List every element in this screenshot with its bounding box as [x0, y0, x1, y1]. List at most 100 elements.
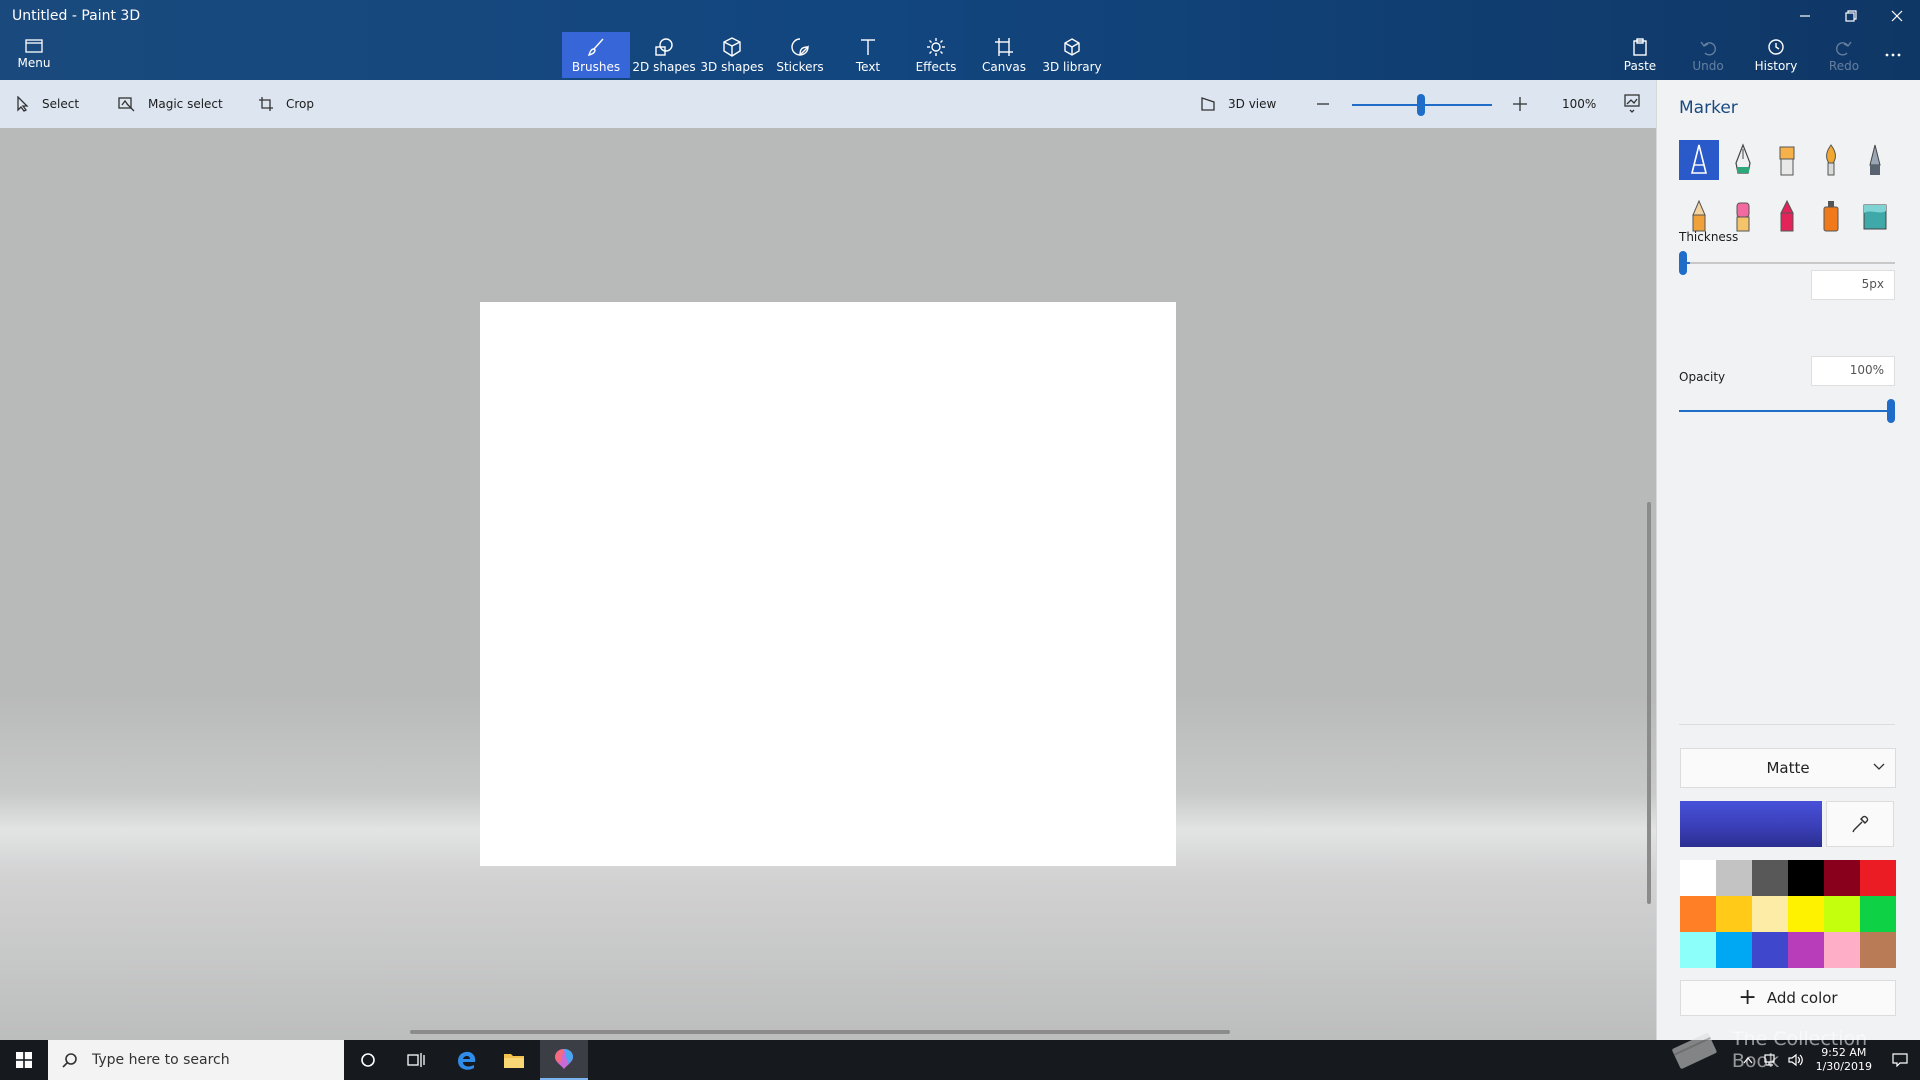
- crop-button[interactable]: Crop: [258, 80, 314, 128]
- edge-browser-button[interactable]: [442, 1040, 490, 1080]
- drawing-canvas[interactable]: [480, 302, 1176, 866]
- color-swatch[interactable]: [1752, 896, 1788, 932]
- taskbar-search[interactable]: Type here to search: [48, 1040, 344, 1080]
- color-swatch[interactable]: [1752, 860, 1788, 896]
- paste-button[interactable]: Paste: [1606, 32, 1674, 78]
- tab-3d-library[interactable]: 3D library: [1038, 32, 1106, 78]
- plus-icon: +: [1738, 985, 1757, 1010]
- color-swatch[interactable]: [1824, 932, 1860, 968]
- effects-icon: [927, 37, 945, 56]
- restore-button[interactable]: [1828, 0, 1874, 32]
- color-swatch[interactable]: [1860, 860, 1896, 896]
- thickness-slider-thumb[interactable]: [1679, 251, 1687, 275]
- view-options-button[interactable]: [1624, 80, 1640, 128]
- opacity-label: Opacity: [1679, 370, 1726, 384]
- brush-crayon[interactable]: [1767, 196, 1807, 236]
- finish-label: Matte: [1766, 759, 1810, 777]
- 3d-shapes-icon: [723, 36, 741, 57]
- watermark-text: The Collection Book: [1731, 1028, 1868, 1072]
- eyedropper-button[interactable]: [1826, 801, 1894, 847]
- marker-icon: [1690, 144, 1708, 174]
- paint-3d-taskbar-button[interactable]: [540, 1040, 588, 1080]
- redo-icon: [1836, 41, 1852, 55]
- tab-effects[interactable]: Effects: [902, 32, 970, 78]
- zoom-in-button[interactable]: [1512, 80, 1528, 128]
- zoom-level: 100%: [1562, 80, 1596, 128]
- redo-button[interactable]: Redo: [1810, 32, 1878, 78]
- finish-dropdown[interactable]: Matte: [1680, 748, 1896, 788]
- cortana-button[interactable]: [344, 1040, 392, 1080]
- ribbon-actions: Paste Undo History Redo: [1606, 32, 1908, 78]
- color-swatch[interactable]: [1860, 932, 1896, 968]
- color-swatch[interactable]: [1788, 932, 1824, 968]
- brush-oil[interactable]: [1767, 140, 1807, 180]
- color-swatch[interactable]: [1824, 860, 1860, 896]
- color-swatch[interactable]: [1716, 932, 1752, 968]
- text-icon: [861, 38, 875, 55]
- more-options-button[interactable]: [1878, 32, 1908, 78]
- undo-label: Undo: [1692, 58, 1724, 73]
- zoom-out-button[interactable]: [1316, 80, 1330, 128]
- thickness-input[interactable]: 5px: [1811, 270, 1895, 300]
- pencil-icon: [1692, 199, 1706, 232]
- opacity-input[interactable]: 100%: [1811, 356, 1895, 386]
- vertical-scrollbar[interactable]: [1647, 502, 1651, 904]
- thickness-slider-track[interactable]: [1679, 262, 1895, 264]
- eyedropper-icon: [1852, 815, 1869, 833]
- brush-calligraphy-pen[interactable]: [1723, 140, 1763, 180]
- select-label: Select: [42, 97, 80, 111]
- tab-label: 3D library: [1042, 59, 1102, 74]
- color-swatch[interactable]: [1716, 896, 1752, 932]
- search-placeholder: Type here to search: [92, 1052, 230, 1068]
- opacity-slider-track[interactable]: [1679, 410, 1895, 412]
- calligraphy-pen-icon: [1735, 143, 1751, 174]
- tab-2d-shapes[interactable]: 2D shapes: [630, 32, 698, 78]
- tab-brushes[interactable]: Brushes: [562, 32, 630, 78]
- zoom-level-text: 100%: [1562, 97, 1597, 111]
- 3d-view-toggle[interactable]: 3D view: [1200, 80, 1276, 128]
- add-color-button[interactable]: + Add color: [1680, 980, 1896, 1016]
- color-swatch[interactable]: [1788, 896, 1824, 932]
- tab-label: 3D shapes: [700, 59, 764, 74]
- brush-spray-can[interactable]: [1811, 196, 1851, 236]
- brush-grid: [1679, 140, 1899, 236]
- image-view-icon: [1624, 94, 1640, 113]
- tab-text[interactable]: Text: [834, 32, 902, 78]
- magic-select-button[interactable]: Magic select: [118, 80, 223, 128]
- crop-icon: [259, 97, 273, 111]
- close-button[interactable]: [1874, 0, 1920, 32]
- color-swatch[interactable]: [1752, 932, 1788, 968]
- canvas-icon: [995, 37, 1013, 56]
- tab-stickers[interactable]: Stickers: [766, 32, 834, 78]
- brush-marker[interactable]: [1679, 140, 1719, 180]
- color-swatch[interactable]: [1824, 896, 1860, 932]
- menu-button[interactable]: Menu: [8, 36, 60, 76]
- color-swatch[interactable]: [1788, 860, 1824, 896]
- edge-icon: [458, 1051, 476, 1070]
- menu-label: Menu: [17, 56, 51, 70]
- brush-pixel-pen[interactable]: [1855, 140, 1895, 180]
- book-logo-icon: [1672, 1033, 1717, 1069]
- minimize-button[interactable]: [1782, 0, 1828, 32]
- undo-button[interactable]: Undo: [1674, 32, 1742, 78]
- tab-3d-shapes[interactable]: 3D shapes: [698, 32, 766, 78]
- current-color-swatch[interactable]: [1680, 801, 1822, 847]
- opacity-slider-thumb[interactable]: [1887, 399, 1895, 423]
- color-swatch[interactable]: [1860, 896, 1896, 932]
- brush-watercolor[interactable]: [1811, 140, 1851, 180]
- color-swatch[interactable]: [1680, 860, 1716, 896]
- color-swatch[interactable]: [1680, 896, 1716, 932]
- history-label: History: [1754, 58, 1798, 73]
- color-swatch[interactable]: [1680, 932, 1716, 968]
- file-explorer-button[interactable]: [490, 1040, 538, 1080]
- task-view-button[interactable]: [392, 1040, 440, 1080]
- start-button[interactable]: [0, 1040, 48, 1080]
- history-button[interactable]: History: [1742, 32, 1810, 78]
- zoom-slider-thumb[interactable]: [1417, 94, 1425, 116]
- select-button[interactable]: Select: [16, 80, 79, 128]
- tab-canvas[interactable]: Canvas: [970, 32, 1038, 78]
- color-swatch[interactable]: [1716, 860, 1752, 896]
- horizontal-scrollbar[interactable]: [410, 1030, 1230, 1034]
- brush-fill[interactable]: [1855, 196, 1895, 236]
- more-icon: [1885, 53, 1901, 57]
